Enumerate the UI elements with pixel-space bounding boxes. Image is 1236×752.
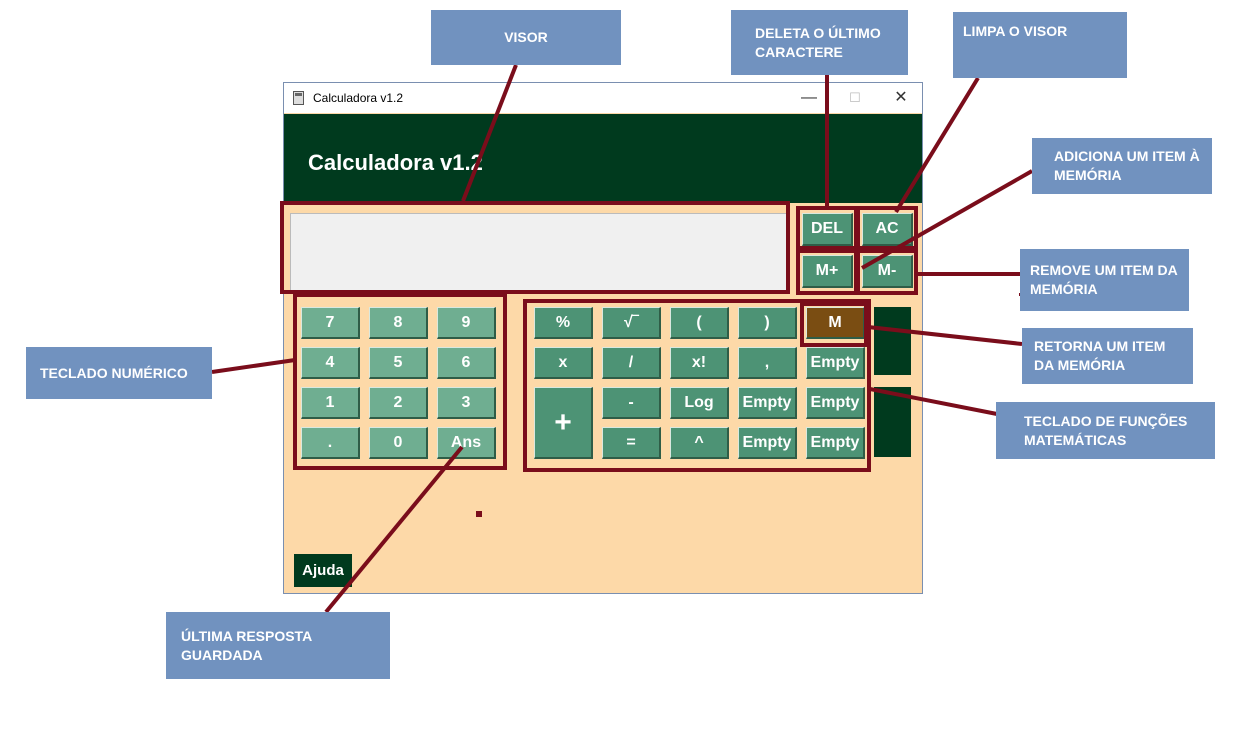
annotation-clear: LIMPA O VISOR <box>953 12 1127 78</box>
annotation-numeric-keypad: TECLADO NUMÉRICO <box>26 347 212 399</box>
annotation-visor: VISOR <box>431 10 621 65</box>
annotation-recall-memory: RETORNA UM ITEM DA MEMÓRIA <box>1022 328 1193 384</box>
annotation-math-keypad: TECLADO DE FUNÇÕES MATEMÁTICAS <box>996 402 1215 459</box>
annotation-add-memory: ADICIONA UM ITEM À MEMÓRIA <box>1032 138 1212 194</box>
annotation-remove-memory: REMOVE UM ITEM DA MEMÓRIA <box>1020 249 1189 311</box>
annotation-last-answer: ÚLTIMA RESPOSTA GUARDADA <box>166 612 390 679</box>
annotation-delete: DELETA O ÚLTIMO CARACTERE <box>731 10 908 75</box>
